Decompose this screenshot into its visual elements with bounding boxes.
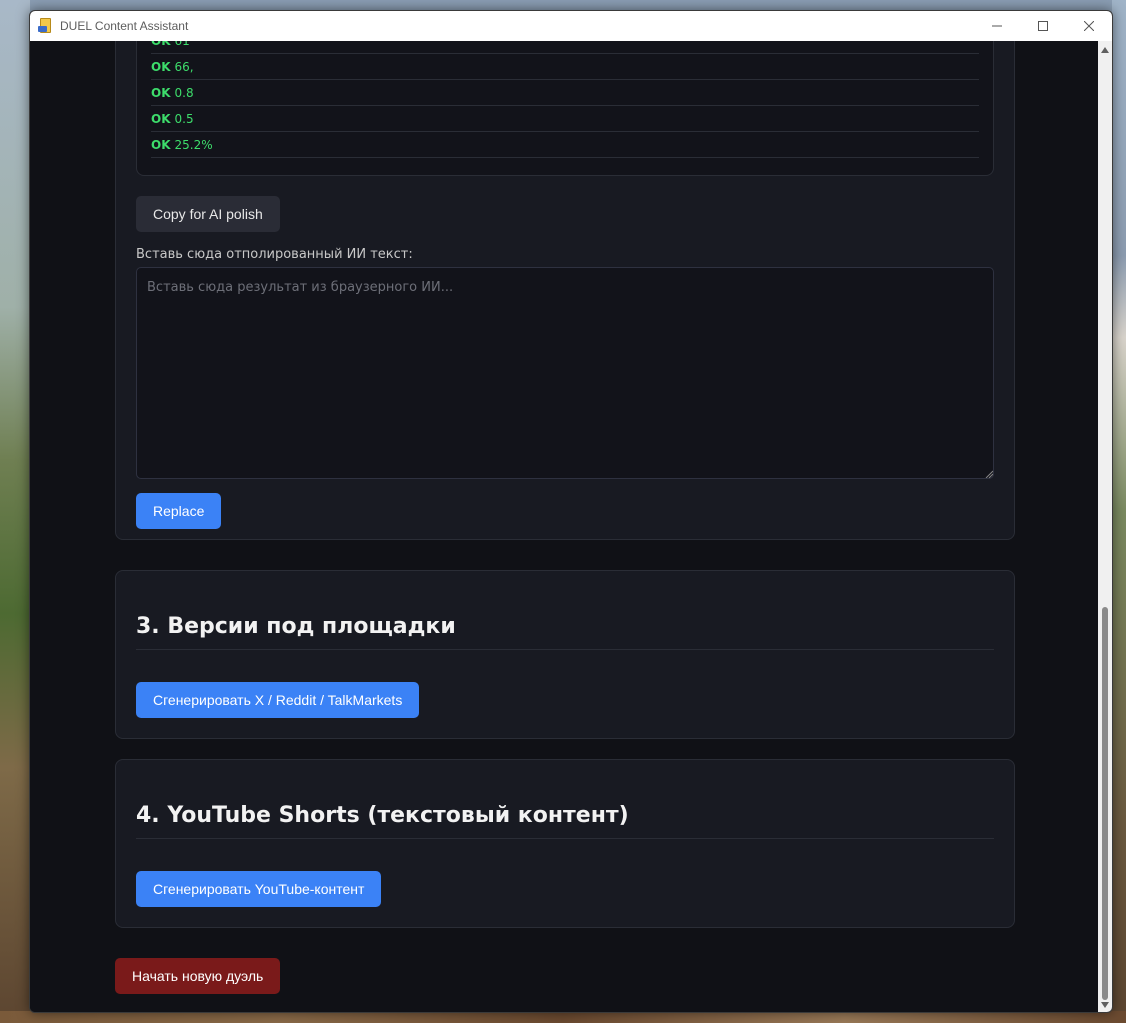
window-title: DUEL Content Assistant bbox=[60, 19, 189, 33]
close-button[interactable] bbox=[1066, 11, 1112, 41]
result-row: OK 25.2% bbox=[151, 132, 979, 158]
scroll-up-button[interactable] bbox=[1098, 43, 1112, 57]
maximize-button[interactable] bbox=[1020, 11, 1066, 41]
platform-versions-card: 3. Версии под площадки Сгенерировать X /… bbox=[115, 570, 1015, 739]
title-bar[interactable]: DUEL Content Assistant bbox=[30, 11, 1112, 41]
result-row: OK 0.5 bbox=[151, 106, 979, 132]
scroll-viewport[interactable]: OK 61 OK 66, OK 0.8 OK 0.5 OK 25.2% bbox=[30, 41, 1100, 1012]
result-value: 66, bbox=[174, 59, 194, 74]
result-status: OK bbox=[151, 59, 171, 74]
generate-youtube-button[interactable]: Сгенерировать YouTube-контент bbox=[136, 871, 382, 907]
result-status: OK bbox=[151, 41, 171, 48]
validation-results: OK 61 OK 66, OK 0.8 OK 0.5 OK 25.2% bbox=[136, 41, 994, 176]
result-row: OK 61 bbox=[151, 41, 979, 54]
arrow-up-icon bbox=[1101, 47, 1109, 53]
desktop-wallpaper-left bbox=[0, 0, 30, 1023]
section-title-platforms: 3. Версии под площадки bbox=[136, 614, 994, 650]
result-value: 25.2% bbox=[174, 137, 213, 152]
app-window: DUEL Content Assistant OK 61 OK bbox=[29, 10, 1113, 1013]
minimize-icon bbox=[992, 25, 1002, 27]
new-duel-button[interactable]: Начать новую дуэль bbox=[115, 958, 281, 994]
result-value: 0.5 bbox=[174, 111, 194, 126]
window-controls bbox=[974, 11, 1112, 41]
result-row: OK 66, bbox=[151, 54, 979, 80]
result-value: 0.8 bbox=[174, 85, 194, 100]
vertical-scrollbar[interactable] bbox=[1098, 41, 1112, 1012]
arrow-down-icon bbox=[1101, 1002, 1109, 1008]
section-title-youtube: 4. YouTube Shorts (текстовый контент) bbox=[136, 803, 994, 839]
youtube-shorts-card: 4. YouTube Shorts (текстовый контент) Сг… bbox=[115, 759, 1015, 928]
result-row: OK 0.8 bbox=[151, 80, 979, 106]
minimize-button[interactable] bbox=[974, 11, 1020, 41]
result-status: OK bbox=[151, 85, 171, 100]
replace-button[interactable]: Replace bbox=[136, 493, 222, 529]
result-status: OK bbox=[151, 111, 171, 126]
resize-grip-icon[interactable] bbox=[985, 470, 993, 478]
scroll-down-button[interactable] bbox=[1098, 998, 1112, 1012]
desktop-wallpaper-right bbox=[1112, 0, 1126, 1023]
result-status: OK bbox=[151, 137, 171, 152]
polish-card: OK 61 OK 66, OK 0.8 OK 0.5 OK 25.2% bbox=[115, 41, 1015, 540]
close-icon bbox=[1084, 21, 1094, 31]
maximize-icon bbox=[1038, 21, 1048, 31]
polished-text-label: Вставь сюда отполированный ИИ текст: bbox=[136, 247, 413, 262]
app-icon bbox=[38, 18, 54, 34]
generate-platforms-button[interactable]: Сгенерировать X / Reddit / TalkMarkets bbox=[136, 682, 420, 718]
polished-text-input[interactable] bbox=[136, 267, 994, 479]
scrollbar-thumb[interactable] bbox=[1102, 607, 1108, 1000]
copy-for-ai-polish-button[interactable]: Copy for AI polish bbox=[136, 196, 280, 232]
result-value: 61 bbox=[175, 41, 190, 48]
